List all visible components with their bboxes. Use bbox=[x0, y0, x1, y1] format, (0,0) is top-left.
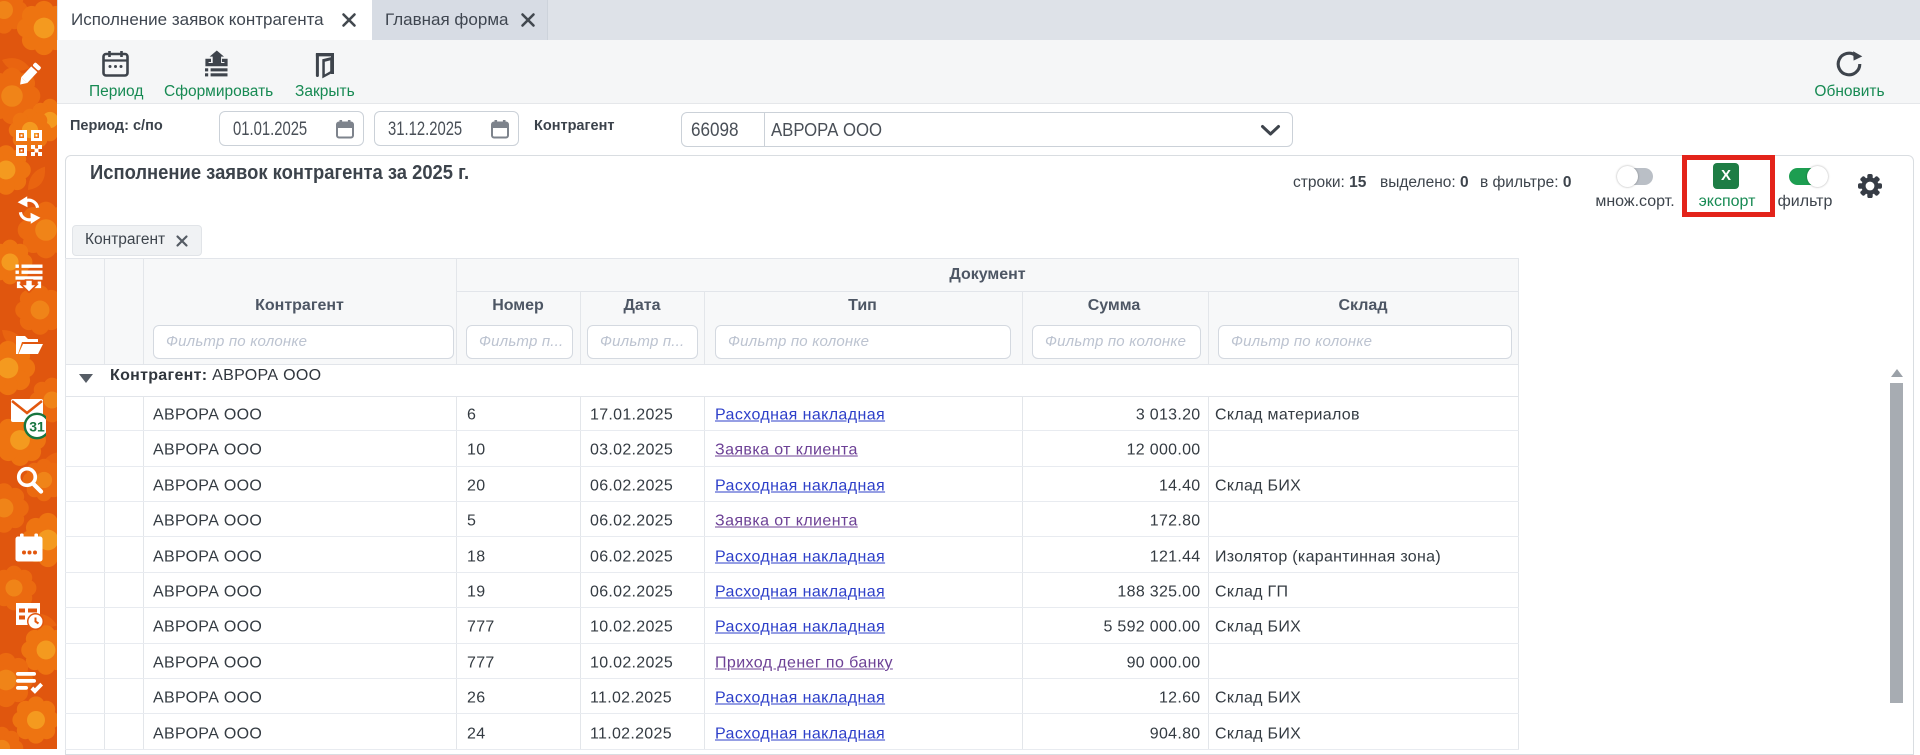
svg-text:31: 31 bbox=[29, 419, 45, 435]
